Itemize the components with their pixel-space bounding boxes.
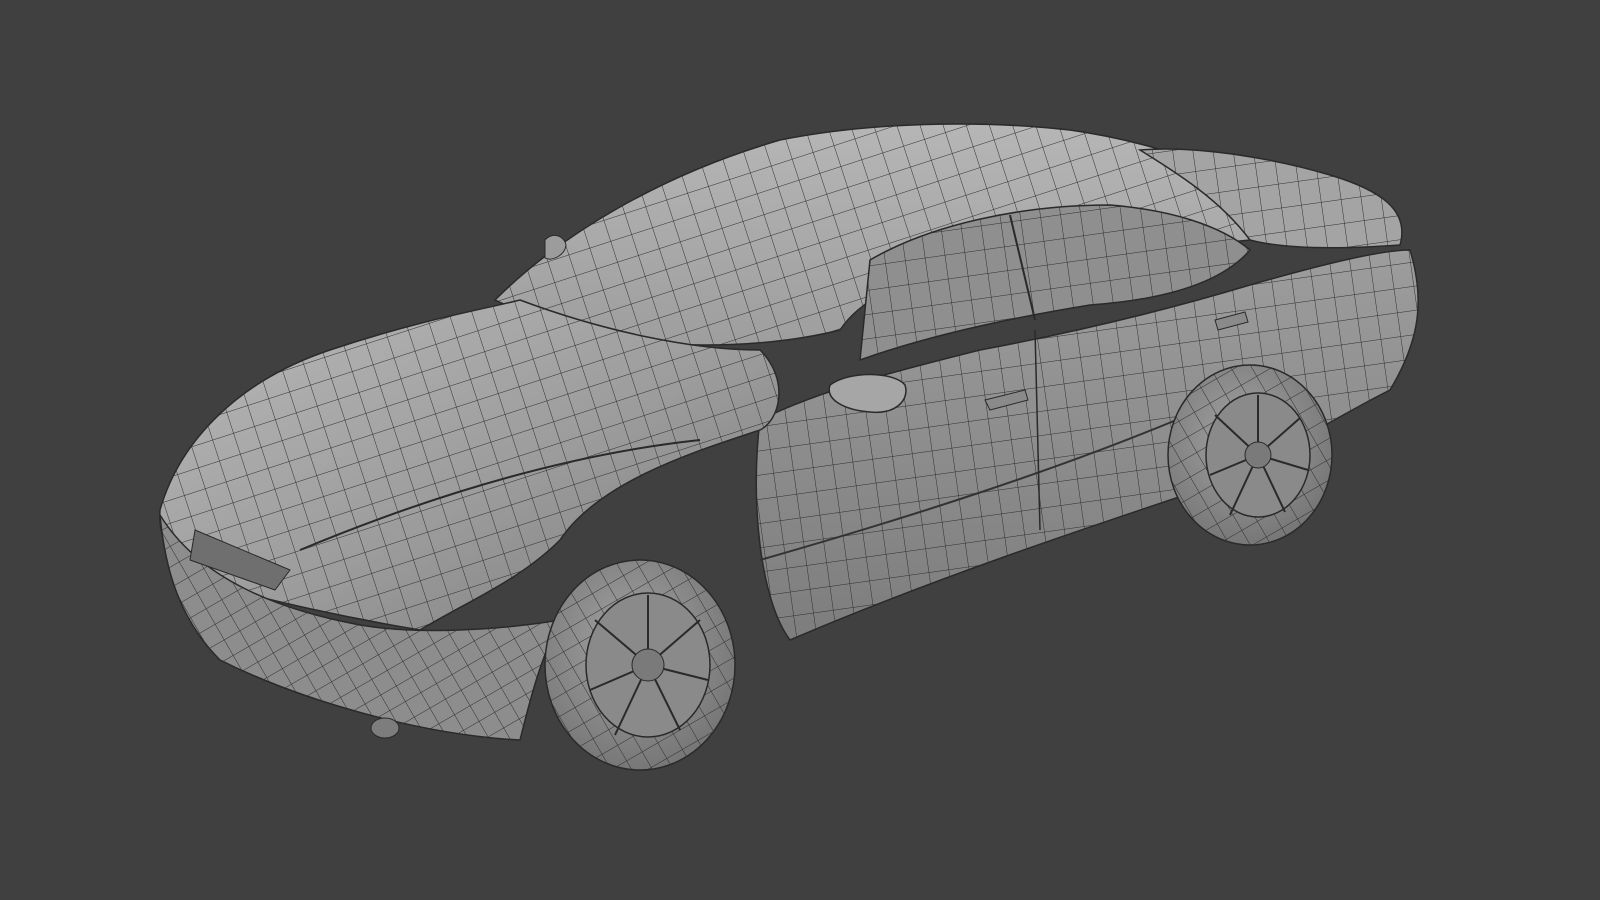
3d-viewport[interactable] bbox=[0, 0, 1600, 900]
rear-wheel bbox=[1167, 364, 1333, 546]
front-wheel bbox=[544, 559, 736, 771]
car-model[interactable] bbox=[0, 0, 1600, 900]
